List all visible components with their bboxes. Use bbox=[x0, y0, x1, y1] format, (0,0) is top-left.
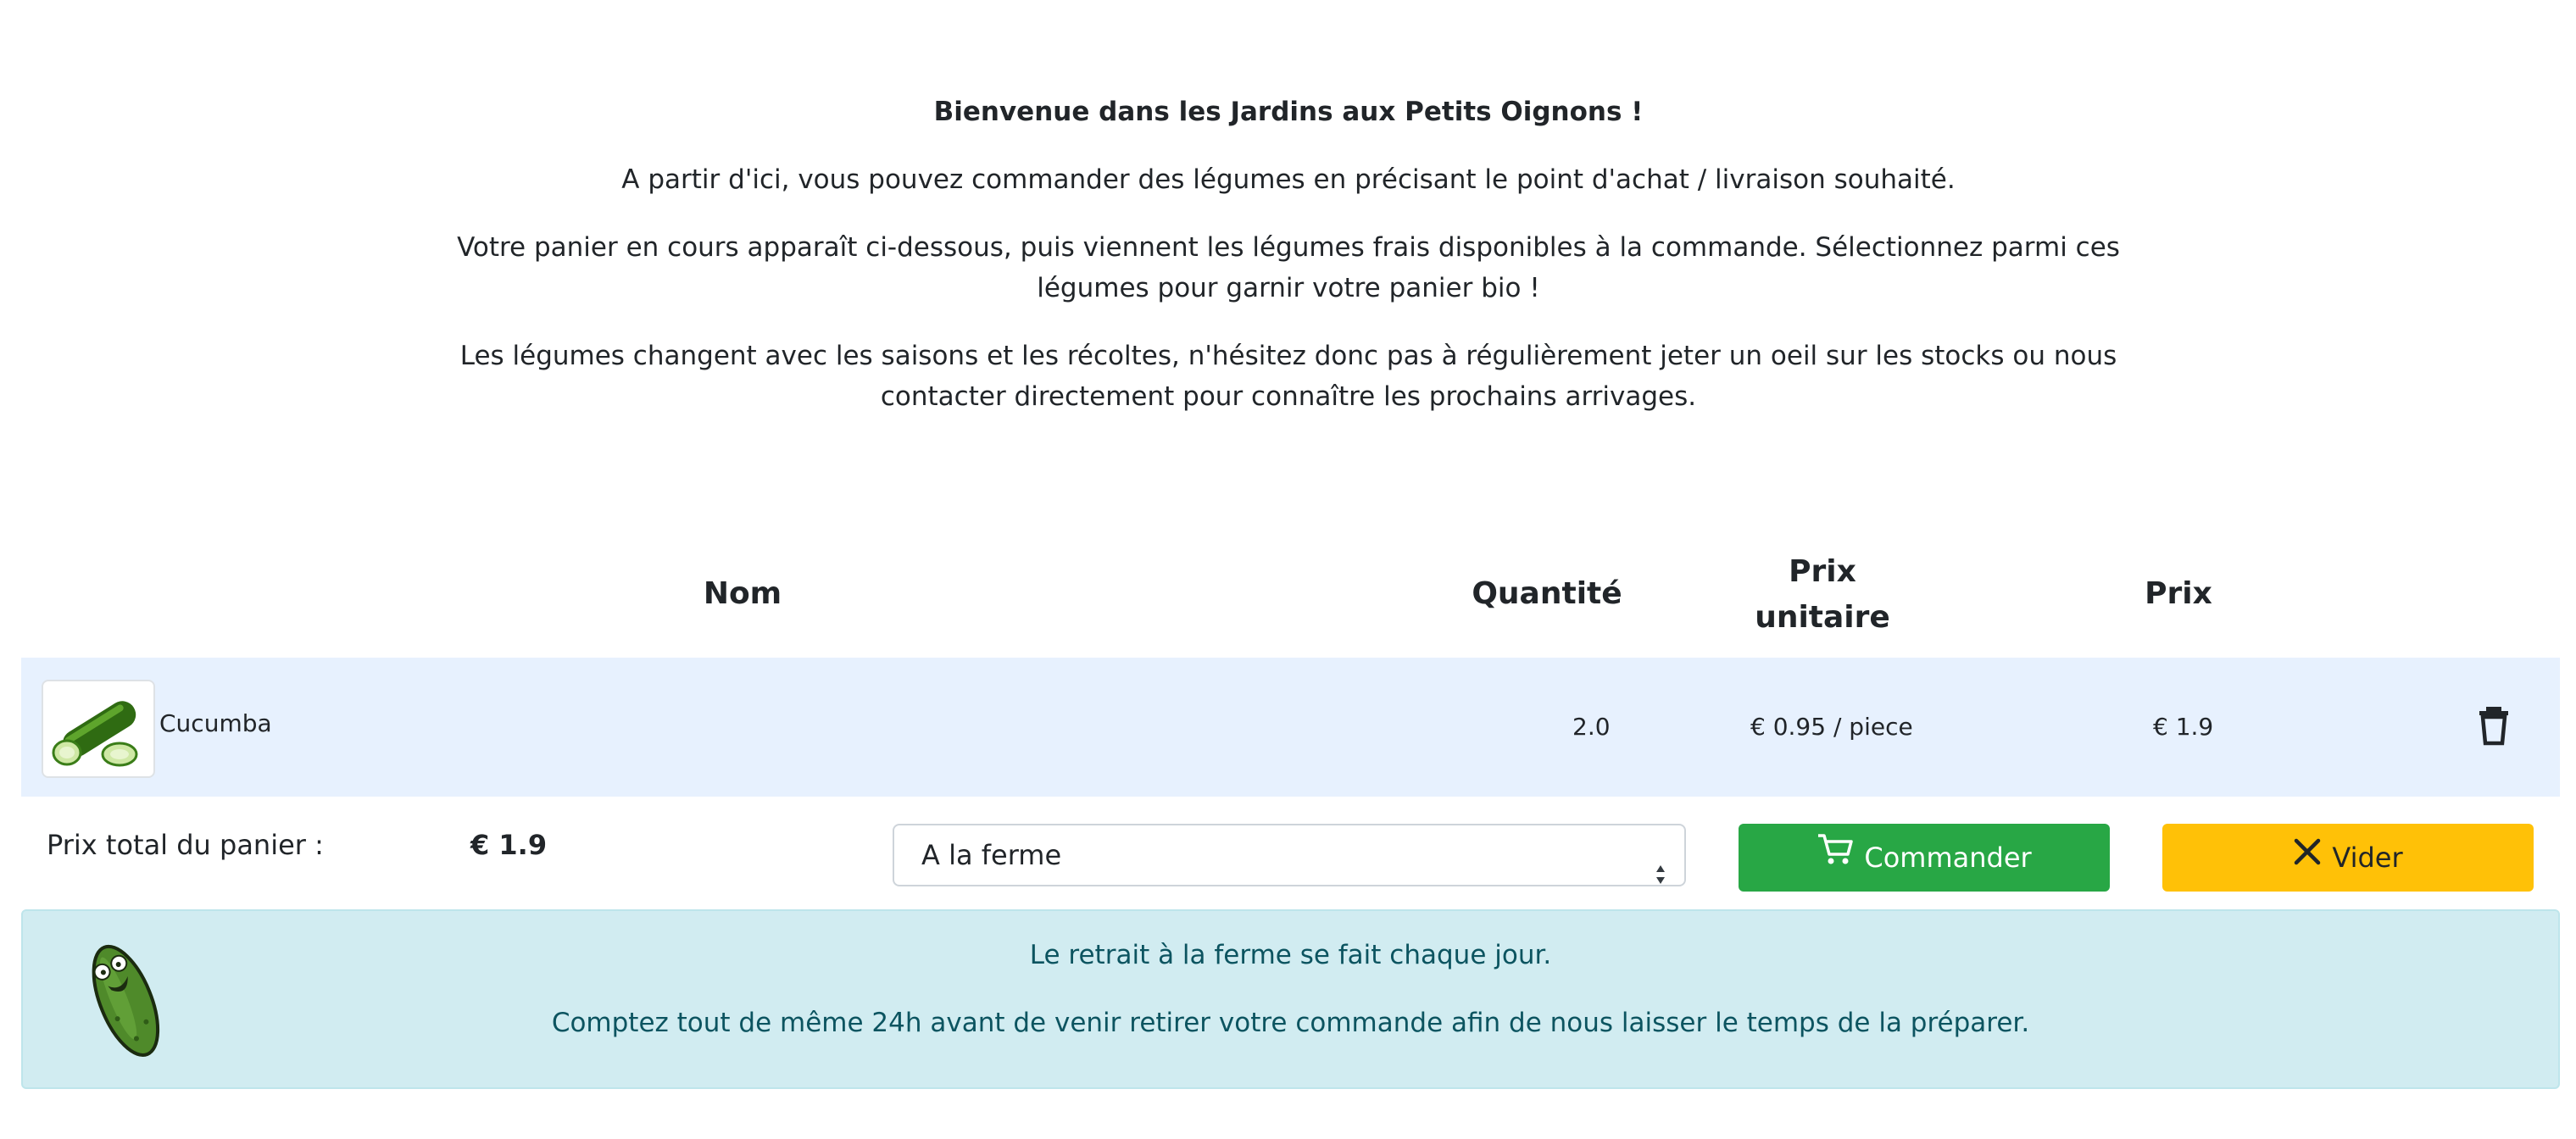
pickup-info-alert: Le retrait à la ferme se fait chaque jou… bbox=[21, 909, 2560, 1089]
intro-paragraph-1: A partir d'ici, vous pouvez commander de… bbox=[621, 164, 1956, 195]
order-button[interactable]: Commander bbox=[1739, 824, 2110, 892]
trash-icon[interactable] bbox=[2475, 705, 2512, 746]
header-quantity: Quantité bbox=[1472, 576, 1622, 611]
header-price: Prix bbox=[2145, 576, 2212, 611]
select-caret-icon bbox=[1655, 846, 1666, 884]
header-unit-price: Prix unitaire bbox=[1755, 554, 1890, 635]
delivery-point-select[interactable]: A la ferme bbox=[893, 824, 1686, 886]
close-icon bbox=[2293, 823, 2322, 891]
cart-item-name: Cucumba bbox=[159, 709, 272, 737]
total-label: Prix total du panier : bbox=[47, 829, 324, 861]
alert-line-2: Comptez tout de même 24h avant de venir … bbox=[551, 1008, 2030, 1038]
cart-item-quantity: 2.0 bbox=[1572, 713, 1611, 741]
clear-cart-button-label: Vider bbox=[2332, 842, 2403, 874]
alert-line-1: Le retrait à la ferme se fait chaque jou… bbox=[1029, 940, 1552, 970]
order-button-label: Commander bbox=[1864, 842, 2032, 874]
cucumber-thumbnail-icon bbox=[42, 680, 155, 778]
total-value: € 1.9 bbox=[470, 829, 548, 861]
welcome-heading: Bienvenue dans les Jardins aux Petits Oi… bbox=[933, 97, 1644, 127]
intro-paragraph-3: Les légumes changent avec les saisons et… bbox=[459, 341, 2117, 412]
cart-item-price: € 1.9 bbox=[2153, 713, 2214, 741]
intro-section: Bienvenue dans les Jardins aux Petits Oi… bbox=[398, 92, 2178, 444]
intro-paragraph-2: Votre panier en cours apparaît ci-dessou… bbox=[457, 232, 2120, 303]
cart-item-row: Cucumba 2.0 € 0.95 / piece € 1.9 bbox=[21, 658, 2560, 797]
cart-item-unit-price: € 0.95 / piece bbox=[1750, 713, 1913, 741]
clear-cart-button[interactable]: Vider bbox=[2162, 824, 2534, 892]
delivery-point-selected: A la ferme bbox=[921, 839, 1062, 871]
header-name: Nom bbox=[703, 576, 782, 611]
cart-icon bbox=[1817, 823, 1854, 891]
